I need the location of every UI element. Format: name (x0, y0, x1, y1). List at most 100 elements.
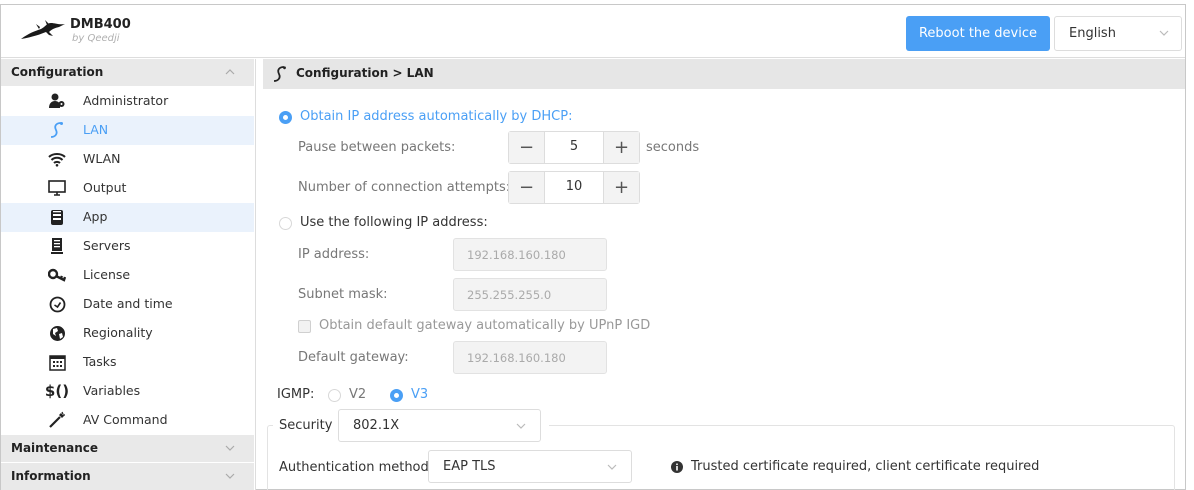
ip-address-value: 192.168.160.180 (467, 248, 566, 262)
auth-method-value: EAP TLS (443, 459, 496, 474)
page-title-bar: Configuration > LAN (263, 59, 1185, 89)
igmp-label: IGMP: (277, 387, 315, 402)
pause-stepper: − 5 + (508, 131, 640, 164)
dhcp-label: Obtain IP address automatically by DHCP: (300, 109, 573, 124)
logo: DMB400 by Qeedji (19, 13, 219, 53)
lan-icon (48, 121, 66, 139)
dhcp-radio[interactable] (279, 111, 292, 124)
chevron-down-icon (225, 445, 235, 451)
sidebar-item-label: WLAN (83, 151, 121, 166)
upnp-label: Obtain default gateway automatically by … (319, 318, 651, 333)
chevron-down-icon (1159, 30, 1169, 36)
variables-icon: $() (44, 382, 70, 400)
app-icon (48, 208, 66, 226)
sidebar-item-label: License (83, 267, 131, 282)
sidebar-item-label: Date and time (83, 296, 173, 311)
sidebar-item-output[interactable]: Output (1, 174, 254, 203)
gateway-value: 192.168.160.180 (467, 351, 566, 365)
sidebar-item-label: Regionality (83, 325, 153, 340)
globe-icon (48, 324, 66, 342)
sidebar: Configuration Administrator LAN WLAN Out… (1, 59, 256, 490)
sidebar-item-label: App (83, 209, 108, 224)
gateway-input[interactable]: 192.168.160.180 (453, 341, 607, 374)
attempts-value[interactable]: 10 (545, 179, 603, 194)
sidebar-item-lan[interactable]: LAN (1, 116, 254, 145)
section-label: Configuration (11, 65, 104, 79)
security-legend: Security 802.1X (273, 409, 549, 443)
header: DMB400 by Qeedji Reboot the device Engli… (1, 5, 1185, 58)
ip-address-label: IP address: (298, 247, 370, 262)
chevron-up-icon (225, 69, 235, 75)
pause-value[interactable]: 5 (545, 139, 603, 154)
gateway-label: Default gateway: (298, 350, 409, 365)
upnp-checkbox[interactable] (298, 320, 311, 333)
subnet-mask-input[interactable]: 255.255.255.0 (453, 278, 607, 311)
static-ip-radio[interactable] (279, 217, 292, 230)
chevron-down-icon (516, 423, 526, 429)
sidebar-item-label: Servers (83, 238, 131, 253)
sidebar-item-wlan[interactable]: WLAN (1, 145, 254, 174)
sidebar-item-label: Administrator (83, 93, 169, 108)
pause-label: Pause between packets: (298, 140, 456, 155)
sidebar-item-servers[interactable]: Servers (1, 232, 254, 261)
sidebar-item-license[interactable]: License (1, 261, 254, 290)
breadcrumb: Configuration > LAN (296, 66, 434, 80)
pause-decrement-button[interactable]: − (509, 132, 545, 163)
sidebar-item-av-command[interactable]: AV Command (1, 406, 254, 435)
auth-method-select[interactable]: EAP TLS (428, 450, 632, 483)
reboot-button[interactable]: Reboot the device (906, 16, 1050, 51)
igmp-v2-label: V2 (349, 387, 367, 402)
wifi-icon (48, 150, 66, 168)
igmp-v3-radio[interactable] (390, 389, 403, 402)
key-icon (48, 266, 66, 284)
subnet-mask-value: 255.255.255.0 (467, 288, 552, 302)
sidebar-item-label: Tasks (83, 354, 117, 369)
attempts-label: Number of connection attempts: (298, 180, 511, 195)
administrator-icon (48, 92, 66, 110)
calendar-icon (48, 353, 66, 371)
pause-unit: seconds (646, 140, 700, 155)
igmp-v2-radio[interactable] (328, 389, 341, 402)
igmp-v3-label: V3 (411, 387, 429, 402)
sidebar-item-regionality[interactable]: Regionality (1, 319, 254, 348)
ip-address-input[interactable]: 192.168.160.180 (453, 238, 607, 271)
monitor-icon (48, 179, 66, 197)
attempts-decrement-button[interactable]: − (509, 172, 545, 203)
sidebar-item-label: AV Command (83, 412, 168, 427)
sidebar-item-tasks[interactable]: Tasks (1, 348, 254, 377)
info-icon (671, 461, 683, 473)
static-ip-label: Use the following IP address: (300, 215, 488, 230)
lan-icon (273, 66, 286, 82)
attempts-stepper: − 10 + (508, 171, 640, 204)
sidebar-section-information[interactable]: Information (1, 463, 254, 490)
sidebar-item-label: Output (83, 180, 127, 195)
server-icon (48, 237, 66, 255)
security-label: Security (279, 418, 333, 433)
security-value: 802.1X (353, 418, 400, 433)
av-command-icon (48, 411, 66, 429)
app-name: DMB400 (70, 17, 131, 32)
clock-icon (48, 295, 66, 313)
sidebar-item-app[interactable]: App (1, 203, 254, 232)
app-subtitle: by Qeedji (72, 33, 120, 44)
section-label: Maintenance (11, 441, 99, 455)
language-value: English (1069, 26, 1116, 41)
security-select[interactable]: 802.1X (338, 409, 541, 442)
section-label: Information (11, 469, 91, 483)
attempts-increment-button[interactable]: + (603, 172, 639, 203)
sidebar-item-date-and-time[interactable]: Date and time (1, 290, 254, 319)
auth-method-label: Authentication method: (279, 460, 434, 475)
subnet-mask-label: Subnet mask: (298, 287, 388, 302)
chevron-down-icon (225, 473, 235, 479)
sidebar-section-maintenance[interactable]: Maintenance (1, 435, 254, 462)
sidebar-item-administrator[interactable]: Administrator (1, 87, 254, 116)
app-window: DMB400 by Qeedji Reboot the device Engli… (0, 4, 1186, 490)
sidebar-item-label: LAN (83, 122, 109, 137)
chevron-down-icon (607, 464, 617, 470)
language-select[interactable]: English (1054, 16, 1182, 51)
sidebar-item-variables[interactable]: $() Variables (1, 377, 254, 406)
lizard-logo-icon (21, 20, 65, 39)
sidebar-section-configuration[interactable]: Configuration (1, 59, 254, 86)
pause-increment-button[interactable]: + (603, 132, 639, 163)
auth-info-text: Trusted certificate required, client cer… (691, 459, 1040, 474)
